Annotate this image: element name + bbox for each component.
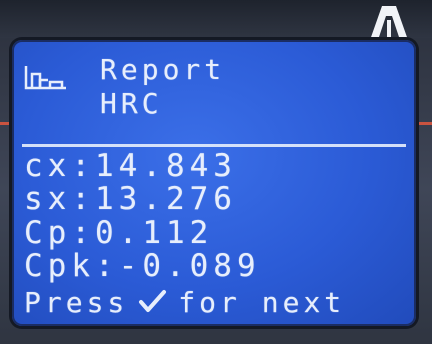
prompt-press-label: Press [24, 286, 129, 319]
brand-logo-icon [370, 6, 408, 40]
screen-subtitle: HRC [100, 87, 163, 120]
check-icon [139, 290, 167, 312]
stat-sx: sx:13.276 [24, 181, 237, 217]
lcd-screen: Report HRC cx:14.843 sx:13.276 Cp:0.112 … [12, 40, 416, 326]
screen-title: Report [100, 53, 226, 86]
divider [22, 144, 406, 147]
red-accent-line [416, 122, 432, 125]
stat-cx: cx:14.843 [24, 148, 237, 184]
report-icon [24, 66, 66, 90]
device-panel: Report HRC cx:14.843 sx:13.276 Cp:0.112 … [0, 0, 432, 344]
red-accent-line [0, 122, 12, 125]
stat-cpk: Cpk:-0.089 [24, 248, 261, 284]
stat-cp: Cp:0.112 [24, 215, 214, 251]
next-prompt: Press for next [24, 286, 345, 320]
prompt-next-label: for next [178, 286, 346, 319]
